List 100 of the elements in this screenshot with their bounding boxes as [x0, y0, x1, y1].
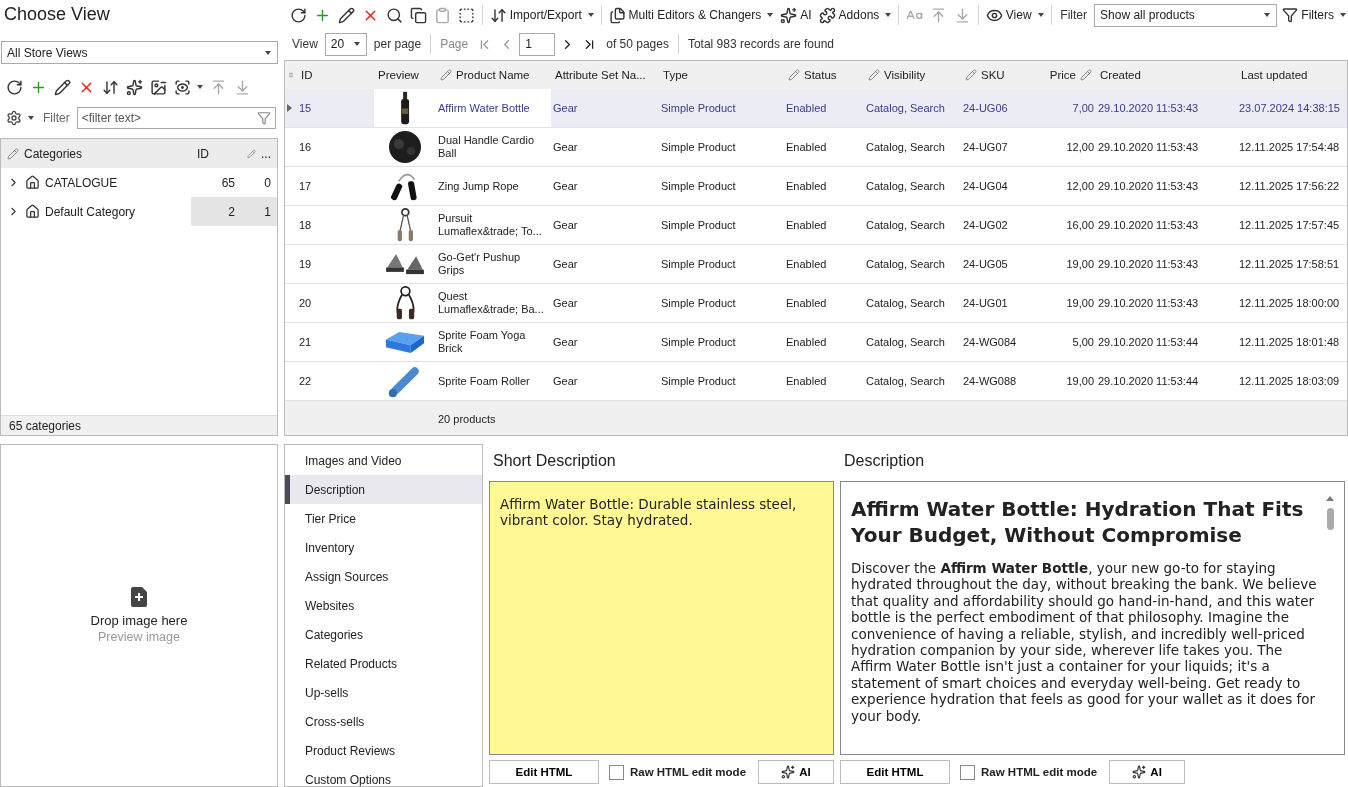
table-cell-text: 15	[298, 100, 313, 116]
settings-icon	[6, 110, 22, 126]
column-header[interactable]: Price	[1039, 69, 1096, 81]
page-field[interactable]: 1	[519, 32, 556, 56]
image-drop-area[interactable]: Drop image here Preview image	[0, 444, 278, 787]
toolbar-button[interactable]: Multi Editors & Changers	[606, 4, 776, 26]
table-cell-text: 12.11.2025 17:57:45	[1238, 217, 1341, 233]
column-header[interactable]: Attribute Set Na...	[551, 69, 659, 81]
table-cell-text: Enabled	[785, 334, 828, 350]
eye-icon	[174, 78, 191, 96]
column-header[interactable]: ID	[297, 69, 374, 81]
table-cell-text: Gear	[552, 178, 579, 194]
copy-icon	[410, 6, 427, 24]
section-title: Description	[843, 451, 926, 471]
side-tab[interactable]: Websites	[285, 591, 482, 620]
tree-item[interactable]: Default Category	[1, 197, 191, 226]
side-tab[interactable]: Assign Sources	[285, 562, 482, 591]
column-header[interactable]: Last updated	[1237, 69, 1347, 81]
table-cell-text: Dual Handle Cardio Ball	[437, 133, 535, 161]
column-header[interactable]: Status	[784, 69, 864, 81]
table-cell-text: 16	[298, 139, 313, 155]
edit-html-button[interactable]: Edit HTML	[489, 760, 599, 784]
toolbar-button[interactable]: View	[983, 4, 1046, 26]
scroll-up-icon	[1326, 496, 1334, 502]
table-cell-text: Enabled	[785, 217, 828, 233]
column-header[interactable]: SKU	[961, 69, 1039, 81]
table-cell-text: 24-UG06	[962, 100, 1009, 116]
filter-field[interactable]: <filter text>	[76, 107, 276, 129]
table-cell: 2	[191, 197, 241, 226]
side-tab[interactable]: Related Products	[285, 649, 482, 678]
raw-html-checkbox[interactable]: Raw HTML edit mode	[602, 764, 755, 780]
table-row[interactable]: 16 Dual Handle Cardio Ball Gear Simple Product Enabled Catalog, Search 24-UG07 12,00 29.10.2020 11:53:43 12.11.2025 17:54:48	[285, 128, 1347, 167]
table-cell-text: Catalog, Search	[865, 178, 946, 194]
dashed-square-icon	[458, 6, 475, 24]
table-cell-text: 5,00	[1071, 334, 1095, 350]
side-tab[interactable]: Product Reviews	[285, 736, 482, 765]
table-row[interactable]: 18 Pursuit Lumaflex&trade; To... Gear Simple Product Enabled Catalog, Search 24-UG02 16,00 29.10.2020 11:53:43 12.11.2025 17:57:45	[285, 206, 1347, 245]
table-cell-text: 65	[220, 174, 236, 192]
side-tab[interactable]: Custom Options	[285, 765, 482, 786]
column-header: ...	[241, 139, 277, 168]
settings-button[interactable]	[4, 108, 36, 128]
description-text: Discover the Affirm Water Bottle, your new go-to for staying hydrated throughout the day, without breaking the bank. We believe that quality and affordability should go hand-in-hand, and this water bottle is the perfect embodiment of that philosophy. Imagine the convenience of having a reliable, stylish, and incredibly well-priced hydration companion by your side, wherever life takes you. The Affirm Water Bottle isn't just a container for your liquids; it's a statement of smart choices and everyday well-being. Get ready to experience hydration that feels as good for your wallet as it does for your body.	[851, 560, 1318, 725]
ai-button[interactable]: AI	[1109, 760, 1186, 784]
side-tab[interactable]: Cross-sells	[285, 707, 482, 736]
table-cell-text: 18	[298, 217, 313, 233]
side-tab[interactable]: Images and Video	[285, 446, 482, 475]
table-cell-text: 12.11.2025 17:56:22	[1238, 178, 1341, 194]
pencil-icon	[7, 147, 19, 160]
column-header[interactable]: Preview	[374, 69, 436, 81]
table-cell-text: Simple Product	[660, 100, 737, 116]
table-cell-text: 29.10.2020 11:53:43	[1097, 217, 1200, 233]
column-header[interactable]: Type	[659, 69, 784, 81]
table-cell-text: Catalog, Search	[865, 334, 946, 350]
clipboard-icon	[434, 6, 451, 24]
scrollbar-thumb[interactable]	[1326, 508, 1334, 530]
side-tab[interactable]: Tier Price	[285, 504, 482, 533]
toolbar-button[interactable]: Import/Export	[487, 4, 596, 26]
table-cell-text: 7,00	[1071, 100, 1095, 116]
column-header[interactable]: Created	[1096, 69, 1237, 81]
store-view-select[interactable]: All Store Views	[1, 41, 278, 64]
table-cell-text: 24-UG05	[962, 256, 1009, 272]
sparkles-icon	[781, 765, 796, 779]
table-row[interactable]: 17 Zing Jump Rope Gear Simple Product Enabled Catalog, Search 24-UG04 12,00 29.10.2020 11:53:43 12.11.2025 17:56:22	[285, 167, 1347, 206]
page-size-select[interactable]: 20	[324, 32, 367, 56]
edit-html-button[interactable]: Edit HTML	[840, 760, 950, 784]
table-row[interactable]: 15 Affirm Water Bottle Gear Simple Product Enabled Catalog, Search 24-UG06 7,00 29.10.2020 11:53:43 23.07.2024 14:38:15	[285, 89, 1347, 128]
pencil-icon	[247, 147, 256, 160]
filters-button[interactable]: Filters	[1280, 5, 1348, 25]
table-cell-text: Sprite Foam Yoga Brick	[437, 328, 527, 356]
column-header[interactable]: Visibility	[864, 69, 961, 81]
table-cell-text: 24-UG07	[962, 139, 1009, 155]
side-tab[interactable]: Description	[285, 475, 482, 504]
description-editor[interactable]	[840, 481, 1345, 755]
toolbar-button[interactable]: AI	[778, 4, 814, 26]
table-row[interactable]: 22 Sprite Foam Roller Gear Simple Product Enabled Catalog, Search 24-WG088 19,00 29.10.2020 11:53:44 12.11.2025 18:03:09	[285, 362, 1347, 401]
ai-button[interactable]: AI	[758, 760, 834, 784]
page-count: of 50 pages	[606, 37, 669, 51]
table-cell-text: 12.11.2025 18:00:00	[1238, 295, 1341, 311]
table-cell-text: 29.10.2020 11:53:43	[1097, 178, 1200, 194]
table-cell-text: Simple Product	[660, 217, 737, 233]
table-cell-text: 24-WG088	[962, 373, 1018, 389]
column-header[interactable]: Product Name	[436, 69, 551, 81]
table-cell-text: 29.10.2020 11:53:43	[1097, 100, 1200, 116]
table-cell-text: Simple Product	[660, 334, 737, 350]
side-tab[interactable]: Inventory	[285, 533, 482, 562]
filter-select[interactable]: Show all products	[1094, 3, 1278, 27]
stacked-pages-icon	[608, 6, 626, 24]
table-row[interactable]: 19 Go-Get'r Pushup Grips Gear Simple Product Enabled Catalog, Search 24-UG05 19,00 29.10.2020 11:53:43 12.11.2025 17:58:51	[285, 245, 1347, 284]
tree-item[interactable]: CATALOGUE	[1, 168, 191, 197]
side-tab[interactable]: Categories	[285, 620, 482, 649]
table-row[interactable]: 21 Sprite Foam Yoga Brick Gear Simple Product Enabled Catalog, Search 24-WG084 5,00 29.10.2020 11:53:44 12.11.2025 18:01:48	[285, 323, 1347, 362]
side-tab[interactable]: Up-sells	[285, 678, 482, 707]
funnel-icon	[1282, 7, 1299, 23]
short-description-field[interactable]: Affirm Water Bottle: Durable stainless steel, vibrant color. Stay hydrated.	[489, 481, 834, 755]
table-cell: 1	[241, 197, 277, 226]
toolbar-button[interactable]: Addons	[816, 4, 894, 26]
table-cell-text: 29.10.2020 11:53:43	[1097, 256, 1200, 272]
table-cell-text: Gear	[552, 139, 579, 155]
description-text: Affirm Water Bottle: Durable stainless steel, vibrant color. Stay hydrated.	[500, 496, 798, 529]
raw-html-checkbox[interactable]: Raw HTML edit mode	[954, 764, 1106, 780]
